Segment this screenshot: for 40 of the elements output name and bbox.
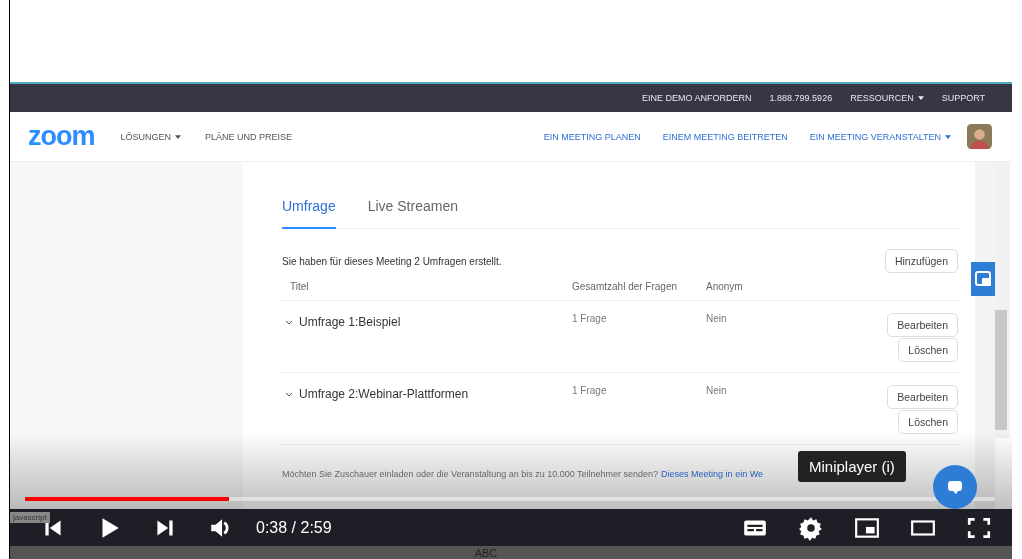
chevron-icon[interactable] (285, 319, 293, 325)
table-cell-text: Nein (706, 313, 728, 324)
caret-icon (917, 96, 924, 100)
footer-link[interactable]: Dieses Meeting in ein We (661, 469, 763, 479)
edit-button[interactable]: Bearbeiten (887, 385, 958, 409)
caret-icon (945, 134, 951, 139)
table-cell-text: 1 Frage (572, 313, 608, 324)
nav-link[interactable]: PLÄNE UND PREISE (205, 131, 293, 142)
dropdown-link[interactable]: LÖSUNGEN (120, 131, 181, 142)
footer-note: Möchten Sie Zuschauer einladen oder die Veranstaltung an bis zu 10.000 Teilnehmer senden? (282, 469, 659, 479)
dropdown-link[interactable]: EIN MEETING VERANSTALTEN (809, 131, 951, 142)
top-link[interactable]: EINE DEMO ANFORDERN (642, 93, 752, 103)
top-link[interactable]: 1.888.799.5926 (769, 93, 833, 103)
poll-title: Umfrage 2:Webinar-Plattformen (299, 387, 469, 401)
chat-icon[interactable] (933, 465, 977, 509)
add-button[interactable]: Hinzufügen (884, 249, 958, 273)
column-header: Titel (290, 281, 310, 292)
edit-button[interactable]: Bearbeiten (887, 313, 958, 337)
chevron-icon[interactable] (285, 391, 293, 397)
top-link[interactable]: SUPPORT (941, 93, 985, 103)
dropdown-link[interactable]: RESSOURCEN (850, 93, 924, 103)
scrollbar[interactable] (995, 162, 1010, 438)
nav-link[interactable]: EINEM MEETING BEITRETEN (662, 131, 788, 142)
table-cell-text: Nein (706, 385, 728, 396)
delete-button[interactable]: Löschen (898, 338, 958, 362)
delete-button[interactable]: Löschen (898, 410, 958, 434)
column-header: Gesamtzahl der Fragen (572, 281, 679, 292)
tab[interactable]: Umfrage (282, 190, 336, 229)
table-cell-text: 1 Frage (572, 385, 608, 396)
tab[interactable]: Live Streamen (367, 190, 458, 229)
column-header: Anonym (706, 281, 744, 292)
summary-text: Sie haben für dieses Meeting 2 Umfragen erstellt. (282, 255, 502, 267)
scroll-thumb[interactable] (995, 310, 1007, 430)
time-display: 0:38 / 2:59 (256, 518, 332, 537)
caret-icon (175, 134, 181, 139)
overlay-tag: javascript (10, 512, 50, 523)
nav-link[interactable]: EIN MEETING PLANEN (543, 131, 641, 142)
tooltip: Miniplayer (i) (798, 451, 906, 482)
poll-title: Umfrage 1:Beispiel (299, 315, 401, 329)
pip-icon[interactable] (971, 262, 995, 296)
